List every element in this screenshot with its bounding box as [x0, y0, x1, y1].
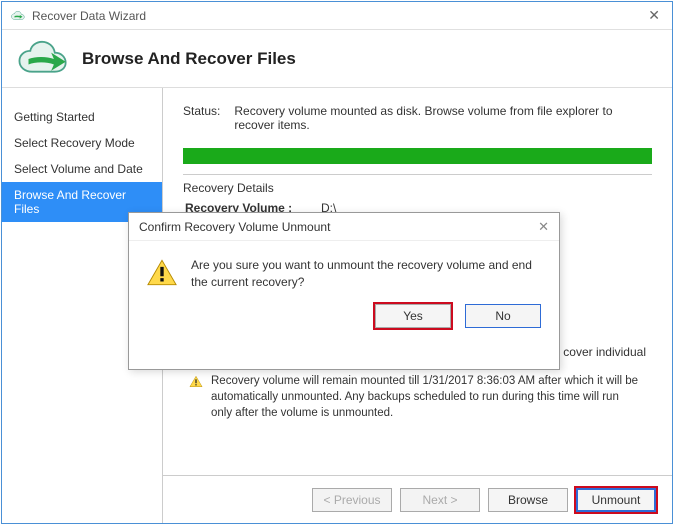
browse-button[interactable]: Browse: [488, 488, 568, 512]
cloud-icon: [10, 9, 26, 23]
close-icon[interactable]: ✕: [644, 7, 664, 24]
mount-warning: Recovery volume will remain mounted till…: [183, 369, 652, 431]
no-button[interactable]: No: [465, 304, 541, 328]
previous-button: < Previous: [312, 488, 392, 512]
next-button: Next >: [400, 488, 480, 512]
details-title: Recovery Details: [183, 181, 652, 195]
footer: < Previous Next > Browse Unmount: [163, 475, 672, 523]
unmount-button[interactable]: Unmount: [576, 488, 656, 512]
dialog-title: Confirm Recovery Volume Unmount: [139, 220, 330, 234]
dialog-message: Are you sure you want to unmount the rec…: [191, 257, 541, 292]
sidebar-item-volume-date[interactable]: Select Volume and Date: [2, 156, 162, 182]
wizard-window: Recover Data Wizard ✕ Browse And Recover…: [1, 1, 673, 524]
sidebar-item-getting-started[interactable]: Getting Started: [2, 104, 162, 130]
dialog-body: Are you sure you want to unmount the rec…: [129, 241, 559, 298]
titlebar: Recover Data Wizard ✕: [2, 2, 672, 30]
cloud-logo-icon: [14, 39, 72, 79]
status-row: Status: Recovery volume mounted as disk.…: [183, 104, 652, 132]
sidebar-item-recovery-mode[interactable]: Select Recovery Mode: [2, 130, 162, 156]
dialog-footer: Yes No: [129, 298, 559, 338]
recovery-details: Recovery Details Recovery Volume : D:\: [183, 174, 652, 215]
status-label: Status:: [183, 104, 220, 132]
warning-text: Recovery volume will remain mounted till…: [211, 373, 642, 421]
progress-bar: [183, 148, 652, 164]
warning-icon: [189, 375, 203, 388]
warning-icon: [147, 259, 177, 286]
confirm-unmount-dialog: Confirm Recovery Volume Unmount ✕ Are yo…: [128, 212, 560, 370]
dialog-close-icon[interactable]: ✕: [538, 219, 549, 235]
header: Browse And Recover Files: [2, 30, 672, 88]
yes-button[interactable]: Yes: [375, 304, 451, 328]
dialog-titlebar: Confirm Recovery Volume Unmount ✕: [129, 213, 559, 241]
window-title: Recover Data Wizard: [32, 9, 644, 23]
status-text: Recovery volume mounted as disk. Browse …: [234, 104, 652, 132]
page-title: Browse And Recover Files: [82, 49, 296, 69]
